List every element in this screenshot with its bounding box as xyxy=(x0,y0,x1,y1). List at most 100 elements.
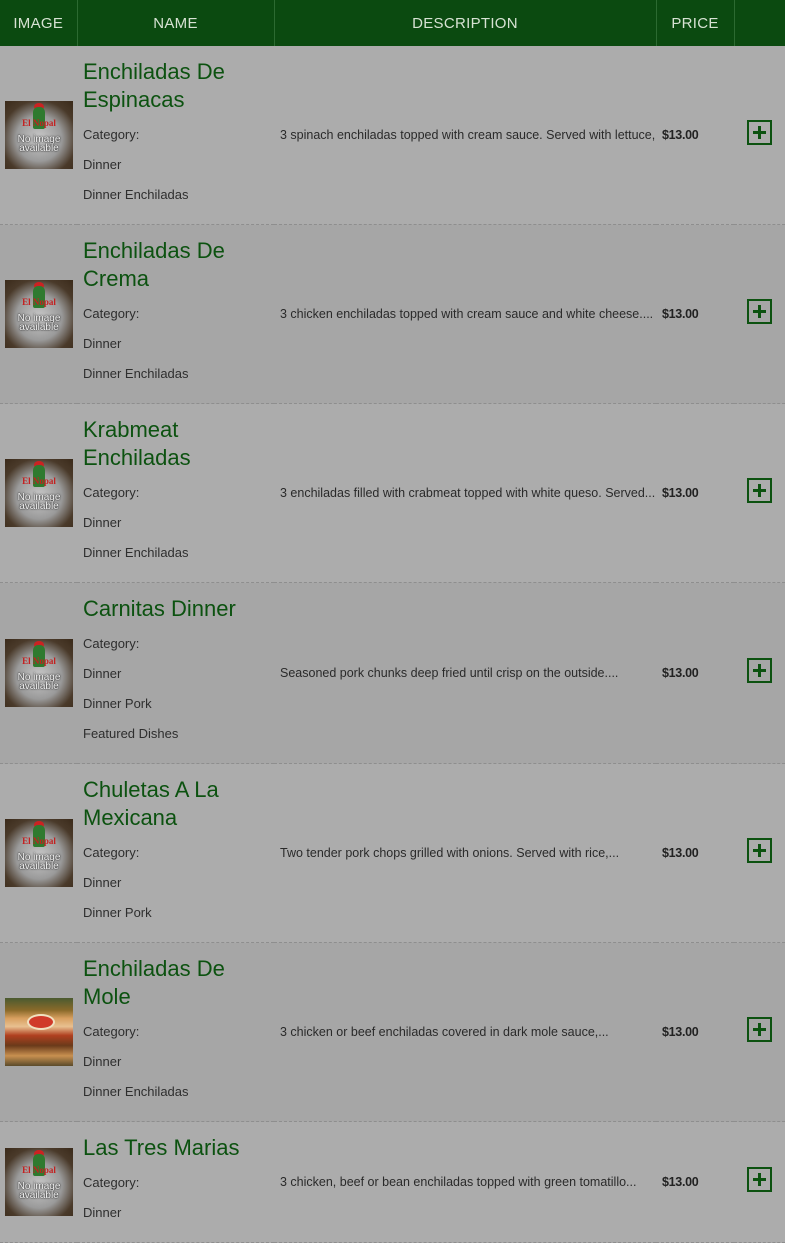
category-label: Category: xyxy=(83,485,140,500)
plus-square-icon[interactable] xyxy=(747,299,772,324)
category-tag[interactable]: Dinner Pork xyxy=(83,898,270,928)
item-image-cell xyxy=(0,943,77,1122)
item-price: $13.00 xyxy=(662,486,699,500)
item-price: $13.00 xyxy=(662,666,699,680)
category-label: Category: xyxy=(83,636,140,651)
placeholder-brand: El Nopal xyxy=(22,656,56,666)
add-cell xyxy=(734,583,785,764)
item-name-link[interactable]: Enchiladas De Mole xyxy=(83,955,270,1011)
no-image-placeholder[interactable]: El Nopal No image available xyxy=(5,280,73,348)
item-name-link[interactable]: Carnitas Dinner xyxy=(83,595,270,623)
menu-item-row: El Nopal No image available Chuletas A La… xyxy=(0,763,785,943)
salsa-bowl xyxy=(27,1014,55,1030)
item-image-cell: El Nopal No image available xyxy=(0,1122,77,1243)
placeholder-brand: El Nopal xyxy=(22,118,56,128)
placeholder-brand: El Nopal xyxy=(22,1165,56,1175)
food-photo-thumbnail[interactable] xyxy=(5,998,73,1066)
item-name-link[interactable]: Enchiladas De Espinacas xyxy=(83,58,270,114)
category-tag[interactable]: Dinner xyxy=(83,508,270,538)
category-tag[interactable]: Dinner xyxy=(83,150,270,180)
placeholder-brand: El Nopal xyxy=(22,836,56,846)
column-header-image[interactable]: IMAGE xyxy=(0,0,78,46)
category-tag[interactable]: Dinner Pork xyxy=(83,689,270,719)
plus-square-icon[interactable] xyxy=(747,1167,772,1192)
item-price: $13.00 xyxy=(662,846,699,860)
placeholder-text: No image available xyxy=(17,492,61,512)
item-name-cell: Las Tres Marias Category: Dinner xyxy=(77,1122,274,1243)
plus-square-icon[interactable] xyxy=(747,120,772,145)
item-image-cell: El Nopal No image available xyxy=(0,583,77,764)
item-name-cell: Carnitas Dinner Category: Dinner Dinner P… xyxy=(77,583,274,764)
category-list: Dinner Dinner Enchiladas xyxy=(83,329,270,389)
item-image-cell: El Nopal No image available xyxy=(0,225,77,404)
column-header-name[interactable]: NAME xyxy=(77,0,275,46)
no-image-placeholder[interactable]: El Nopal No image available xyxy=(5,101,73,169)
category-list: Dinner Dinner Enchiladas xyxy=(83,508,270,568)
no-image-placeholder[interactable]: El Nopal No image available xyxy=(5,459,73,527)
plus-square-icon[interactable] xyxy=(747,658,772,683)
item-name-link[interactable]: Krabmeat Enchiladas xyxy=(83,416,270,472)
item-name-link[interactable]: Las Tres Marias xyxy=(83,1134,270,1162)
no-image-placeholder[interactable]: El Nopal No image available xyxy=(5,639,73,707)
menu-item-row: El Nopal No image available Enchiladas De… xyxy=(0,46,785,225)
item-price: $13.00 xyxy=(662,1025,699,1039)
item-name-cell: Chuletas A La Mexicana Category: Dinner D… xyxy=(77,764,274,943)
item-price: $13.00 xyxy=(662,128,699,142)
category-list: Dinner Dinner Enchiladas xyxy=(83,150,270,210)
placeholder-text: No image available xyxy=(17,672,61,692)
column-header-description[interactable]: DESCRIPTION xyxy=(274,0,657,46)
item-name-link[interactable]: Chuletas A La Mexicana xyxy=(83,776,270,832)
item-description: 3 spinach enchiladas topped with cream s… xyxy=(280,128,656,142)
add-cell xyxy=(734,1122,785,1243)
item-description: 3 enchiladas filled with crabmeat topped… xyxy=(280,486,656,500)
category-label: Category: xyxy=(83,306,140,321)
no-image-placeholder[interactable]: El Nopal No image available xyxy=(5,1148,73,1216)
placeholder-text: No image available xyxy=(17,1181,61,1201)
add-cell xyxy=(734,404,785,583)
column-header-add xyxy=(734,0,785,46)
category-list: Dinner xyxy=(83,1198,270,1228)
category-tag[interactable]: Dinner Enchiladas xyxy=(83,1077,270,1107)
add-cell xyxy=(734,46,785,225)
category-list: Dinner Dinner Pork xyxy=(83,868,270,928)
item-name-cell: Krabmeat Enchiladas Category: Dinner Dinn… xyxy=(77,404,274,583)
plus-square-icon[interactable] xyxy=(747,838,772,863)
category-tag[interactable]: Dinner Enchiladas xyxy=(83,359,270,389)
category-label: Category: xyxy=(83,845,140,860)
category-tag[interactable]: Dinner xyxy=(83,868,270,898)
category-tag[interactable]: Dinner Enchiladas xyxy=(83,538,270,568)
plus-square-icon[interactable] xyxy=(747,478,772,503)
item-price: $13.00 xyxy=(662,307,699,321)
category-list: Dinner Dinner Enchiladas xyxy=(83,1047,270,1107)
column-header-price[interactable]: PRICE xyxy=(656,0,735,46)
category-tag[interactable]: Dinner Enchiladas xyxy=(83,180,270,210)
placeholder-brand: El Nopal xyxy=(22,297,56,307)
add-cell xyxy=(734,764,785,943)
category-tag[interactable]: Dinner xyxy=(83,1047,270,1077)
item-description: Two tender pork chops grilled with onion… xyxy=(280,846,620,860)
no-image-placeholder[interactable]: El Nopal No image available xyxy=(5,819,73,887)
menu-item-row: El Nopal No image available Krabmeat Ench… xyxy=(0,403,785,583)
add-cell xyxy=(734,225,785,404)
menu-item-row: El Nopal No image available Carnitas Dinn… xyxy=(0,582,785,764)
add-cell xyxy=(734,943,785,1122)
item-description: 3 chicken enchiladas topped with cream s… xyxy=(280,307,654,321)
category-label: Category: xyxy=(83,1175,140,1190)
category-tag[interactable]: Featured Dishes xyxy=(83,719,270,749)
menu-item-row: El Nopal No image available Las Tres Mari… xyxy=(0,1121,785,1243)
item-image-cell: El Nopal No image available xyxy=(0,46,77,225)
item-image-cell: El Nopal No image available xyxy=(0,404,77,583)
category-tag[interactable]: Dinner xyxy=(83,1198,270,1228)
table-header: IMAGE NAME DESCRIPTION PRICE xyxy=(0,0,785,46)
category-tag[interactable]: Dinner xyxy=(83,659,270,689)
item-description: 3 chicken or beef enchiladas covered in … xyxy=(280,1025,609,1039)
item-name-cell: Enchiladas De Espinacas Category: Dinner… xyxy=(77,46,274,225)
item-image-cell: El Nopal No image available xyxy=(0,764,77,943)
category-tag[interactable]: Dinner xyxy=(83,329,270,359)
item-description: Seasoned pork chunks deep fried until cr… xyxy=(280,666,619,680)
placeholder-text: No image available xyxy=(17,134,61,154)
placeholder-brand: El Nopal xyxy=(22,476,56,486)
category-list: Dinner Dinner Pork Featured Dishes xyxy=(83,659,270,749)
plus-square-icon[interactable] xyxy=(747,1017,772,1042)
item-name-link[interactable]: Enchiladas De Crema xyxy=(83,237,270,293)
